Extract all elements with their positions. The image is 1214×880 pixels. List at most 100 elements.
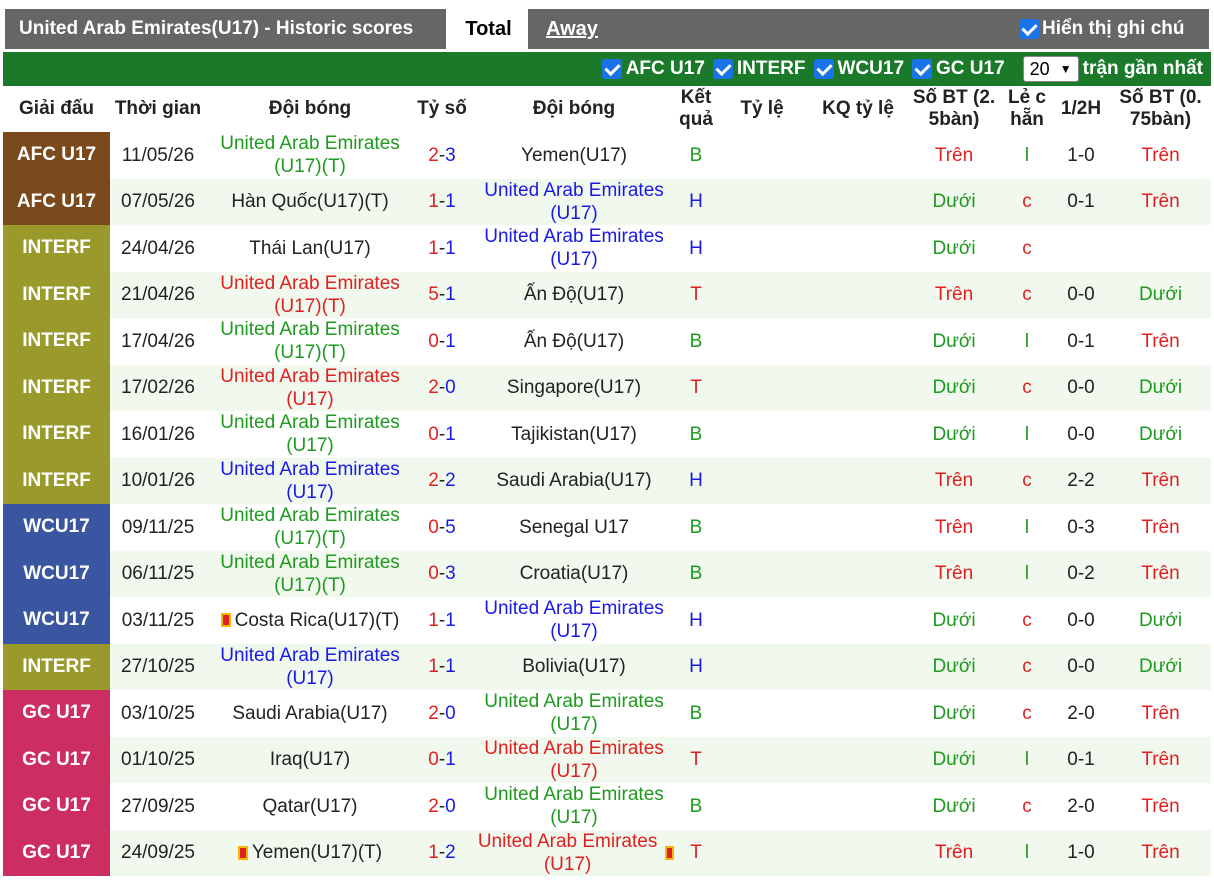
table-row[interactable]: GC U17 01/10/25 Iraq(U17) 0-1 United Arab Em… [3,736,1211,784]
away-team[interactable]: Singapore(U17) [470,365,678,412]
match-score[interactable]: 2-2 [414,458,470,505]
match-score[interactable]: 1-2 [414,830,470,877]
home-team[interactable]: United Arab Emirates (U17)(T) [206,132,414,179]
away-team[interactable]: United Arab Emirates (U17) [470,737,678,784]
home-team[interactable]: Iraq(U17) [206,737,414,784]
match-score[interactable]: 0-1 [414,411,470,458]
away-team[interactable]: United Arab Emirates (U17) [470,225,678,272]
table-row[interactable]: AFC U17 07/05/26 Hàn Quốc(U17)(T) 1-1 United… [3,178,1211,226]
home-team[interactable]: Costa Rica(U17)(T) [206,597,414,644]
league-badge[interactable]: WCU17 [3,504,110,551]
filter-afc-u17[interactable]: AFC U17 [601,58,705,80]
home-team[interactable]: United Arab Emirates (U17) [206,411,414,458]
table-row[interactable]: AFC U17 11/05/26 United Arab Emirates (U17… [3,132,1211,179]
league-badge[interactable]: GC U17 [3,783,110,830]
odds-value [714,830,810,877]
league-badge[interactable]: AFC U17 [3,132,110,179]
away-team[interactable]: United Arab Emirates (U17) [470,690,678,737]
match-count-select[interactable]: 20 ▼ [1022,56,1079,82]
match-score[interactable]: 0-3 [414,551,470,598]
away-team[interactable]: Bolivia(U17) [470,644,678,691]
away-team[interactable]: United Arab Emirates (U17) [470,597,678,644]
away-team[interactable]: Saudi Arabia(U17) [470,458,678,505]
filter-interf[interactable]: INTERF [712,58,806,80]
table-row[interactable]: GC U17 24/09/25 Yemen(U17)(T) 1-2 United Ara… [3,829,1211,877]
away-team-name: Croatia(U17) [519,563,629,585]
show-notes-toggle[interactable]: Hiển thị ghi chú [1019,9,1185,49]
match-score[interactable]: 0-1 [414,737,470,784]
home-team[interactable]: United Arab Emirates (U17)(T) [206,551,414,598]
match-score[interactable]: 5-1 [414,272,470,319]
away-team[interactable]: Croatia(U17) [470,551,678,598]
league-badge[interactable]: INTERF [3,271,110,318]
tab-total[interactable]: Total [449,9,528,49]
table-row[interactable]: INTERF 10/01/26 United Arab Emirates (U17)… [3,457,1211,505]
col-result-line2: quả [679,109,713,130]
home-team[interactable]: United Arab Emirates (U17)(T) [206,318,414,365]
home-team[interactable]: Hàn Quốc(U17)(T) [206,179,414,226]
home-team[interactable]: United Arab Emirates (U17) [206,365,414,412]
league-badge[interactable]: WCU17 [3,550,110,597]
home-team[interactable]: United Arab Emirates (U17) [206,458,414,505]
league-badge[interactable]: INTERF [3,364,110,411]
match-score[interactable]: 2-0 [414,783,470,830]
checkbox-icon[interactable] [712,59,733,79]
show-notes-checkbox-icon[interactable] [1019,19,1039,39]
league-badge[interactable]: INTERF [3,643,110,690]
match-date: 16/01/26 [121,423,195,445]
league-badge[interactable]: INTERF [3,225,110,272]
table-row[interactable]: INTERF 27/10/25 United Arab Emirates (U17)… [3,643,1211,691]
home-team[interactable]: Saudi Arabia(U17) [206,690,414,737]
table-row[interactable]: INTERF 17/02/26 United Arab Emirates (U17)… [3,364,1211,412]
league-badge[interactable]: WCU17 [3,597,110,644]
home-team-name: Iraq(U17) [269,749,351,771]
table-row[interactable]: WCU17 09/11/25 United Arab Emirates (U17)(… [3,504,1211,551]
table-row[interactable]: GC U17 27/09/25 Qatar(U17) 2-0 United Arab E… [3,783,1211,830]
match-score[interactable]: 1-1 [414,225,470,272]
away-team[interactable]: United Arab Emirates (U17) [470,830,678,877]
over-under-25: Dưới [932,749,976,771]
league-badge[interactable]: AFC U17 [3,178,110,225]
away-team[interactable]: Ấn Độ(U17) [470,272,678,319]
match-score[interactable]: 0-1 [414,318,470,365]
home-team[interactable]: Thái Lan(U17) [206,225,414,272]
away-team[interactable]: United Arab Emirates (U17) [470,179,678,226]
match-score[interactable]: 2-3 [414,132,470,179]
league-badge[interactable]: GC U17 [3,690,110,737]
checkbox-icon[interactable] [601,59,622,79]
home-team[interactable]: United Arab Emirates (U17)(T) [206,504,414,551]
tab-away[interactable]: Away [528,9,616,49]
table-row[interactable]: INTERF 16/01/26 United Arab Emirates (U17)… [3,411,1211,458]
away-team[interactable]: Ấn Độ(U17) [470,318,678,365]
match-score[interactable]: 1-1 [414,597,470,644]
odd-even: l [1024,423,1030,445]
league-badge[interactable]: INTERF [3,318,110,365]
away-team[interactable]: Yemen(U17) [470,132,678,179]
league-badge[interactable]: INTERF [3,411,110,458]
match-score[interactable]: 1-1 [414,179,470,226]
table-row[interactable]: INTERF 17/04/26 United Arab Emirates (U17)… [3,318,1211,365]
league-badge[interactable]: GC U17 [3,829,110,876]
match-score[interactable]: 2-0 [414,365,470,412]
home-team[interactable]: Qatar(U17) [206,783,414,830]
away-team[interactable]: Tajikistan(U17) [470,411,678,458]
table-row[interactable]: WCU17 06/11/25 United Arab Emirates (U17)(… [3,550,1211,598]
match-score[interactable]: 2-0 [414,690,470,737]
table-row[interactable]: INTERF 21/04/26 United Arab Emirates (U17)… [3,271,1211,319]
table-row[interactable]: WCU17 03/11/25 Costa Rica(U17)(T) 1-1 United… [3,597,1211,644]
table-row[interactable]: GC U17 03/10/25 Saudi Arabia(U17) 2-0 United… [3,690,1211,737]
home-team[interactable]: Yemen(U17)(T) [206,830,414,877]
filter-wcu17[interactable]: WCU17 [813,58,904,80]
league-badge[interactable]: INTERF [3,457,110,504]
match-score[interactable]: 0-5 [414,504,470,551]
league-badge[interactable]: GC U17 [3,736,110,783]
home-team[interactable]: United Arab Emirates (U17)(T) [206,272,414,319]
away-team[interactable]: Senegal U17 [470,504,678,551]
checkbox-icon[interactable] [813,59,834,79]
filter-gc-u17[interactable]: GC U17 [912,58,1005,80]
checkbox-icon[interactable] [912,59,933,79]
table-row[interactable]: INTERF 24/04/26 Thái Lan(U17) 1-1 United Ara… [3,225,1211,272]
away-team[interactable]: United Arab Emirates (U17) [470,783,678,830]
home-team[interactable]: United Arab Emirates (U17) [206,644,414,691]
match-score[interactable]: 1-1 [414,644,470,691]
